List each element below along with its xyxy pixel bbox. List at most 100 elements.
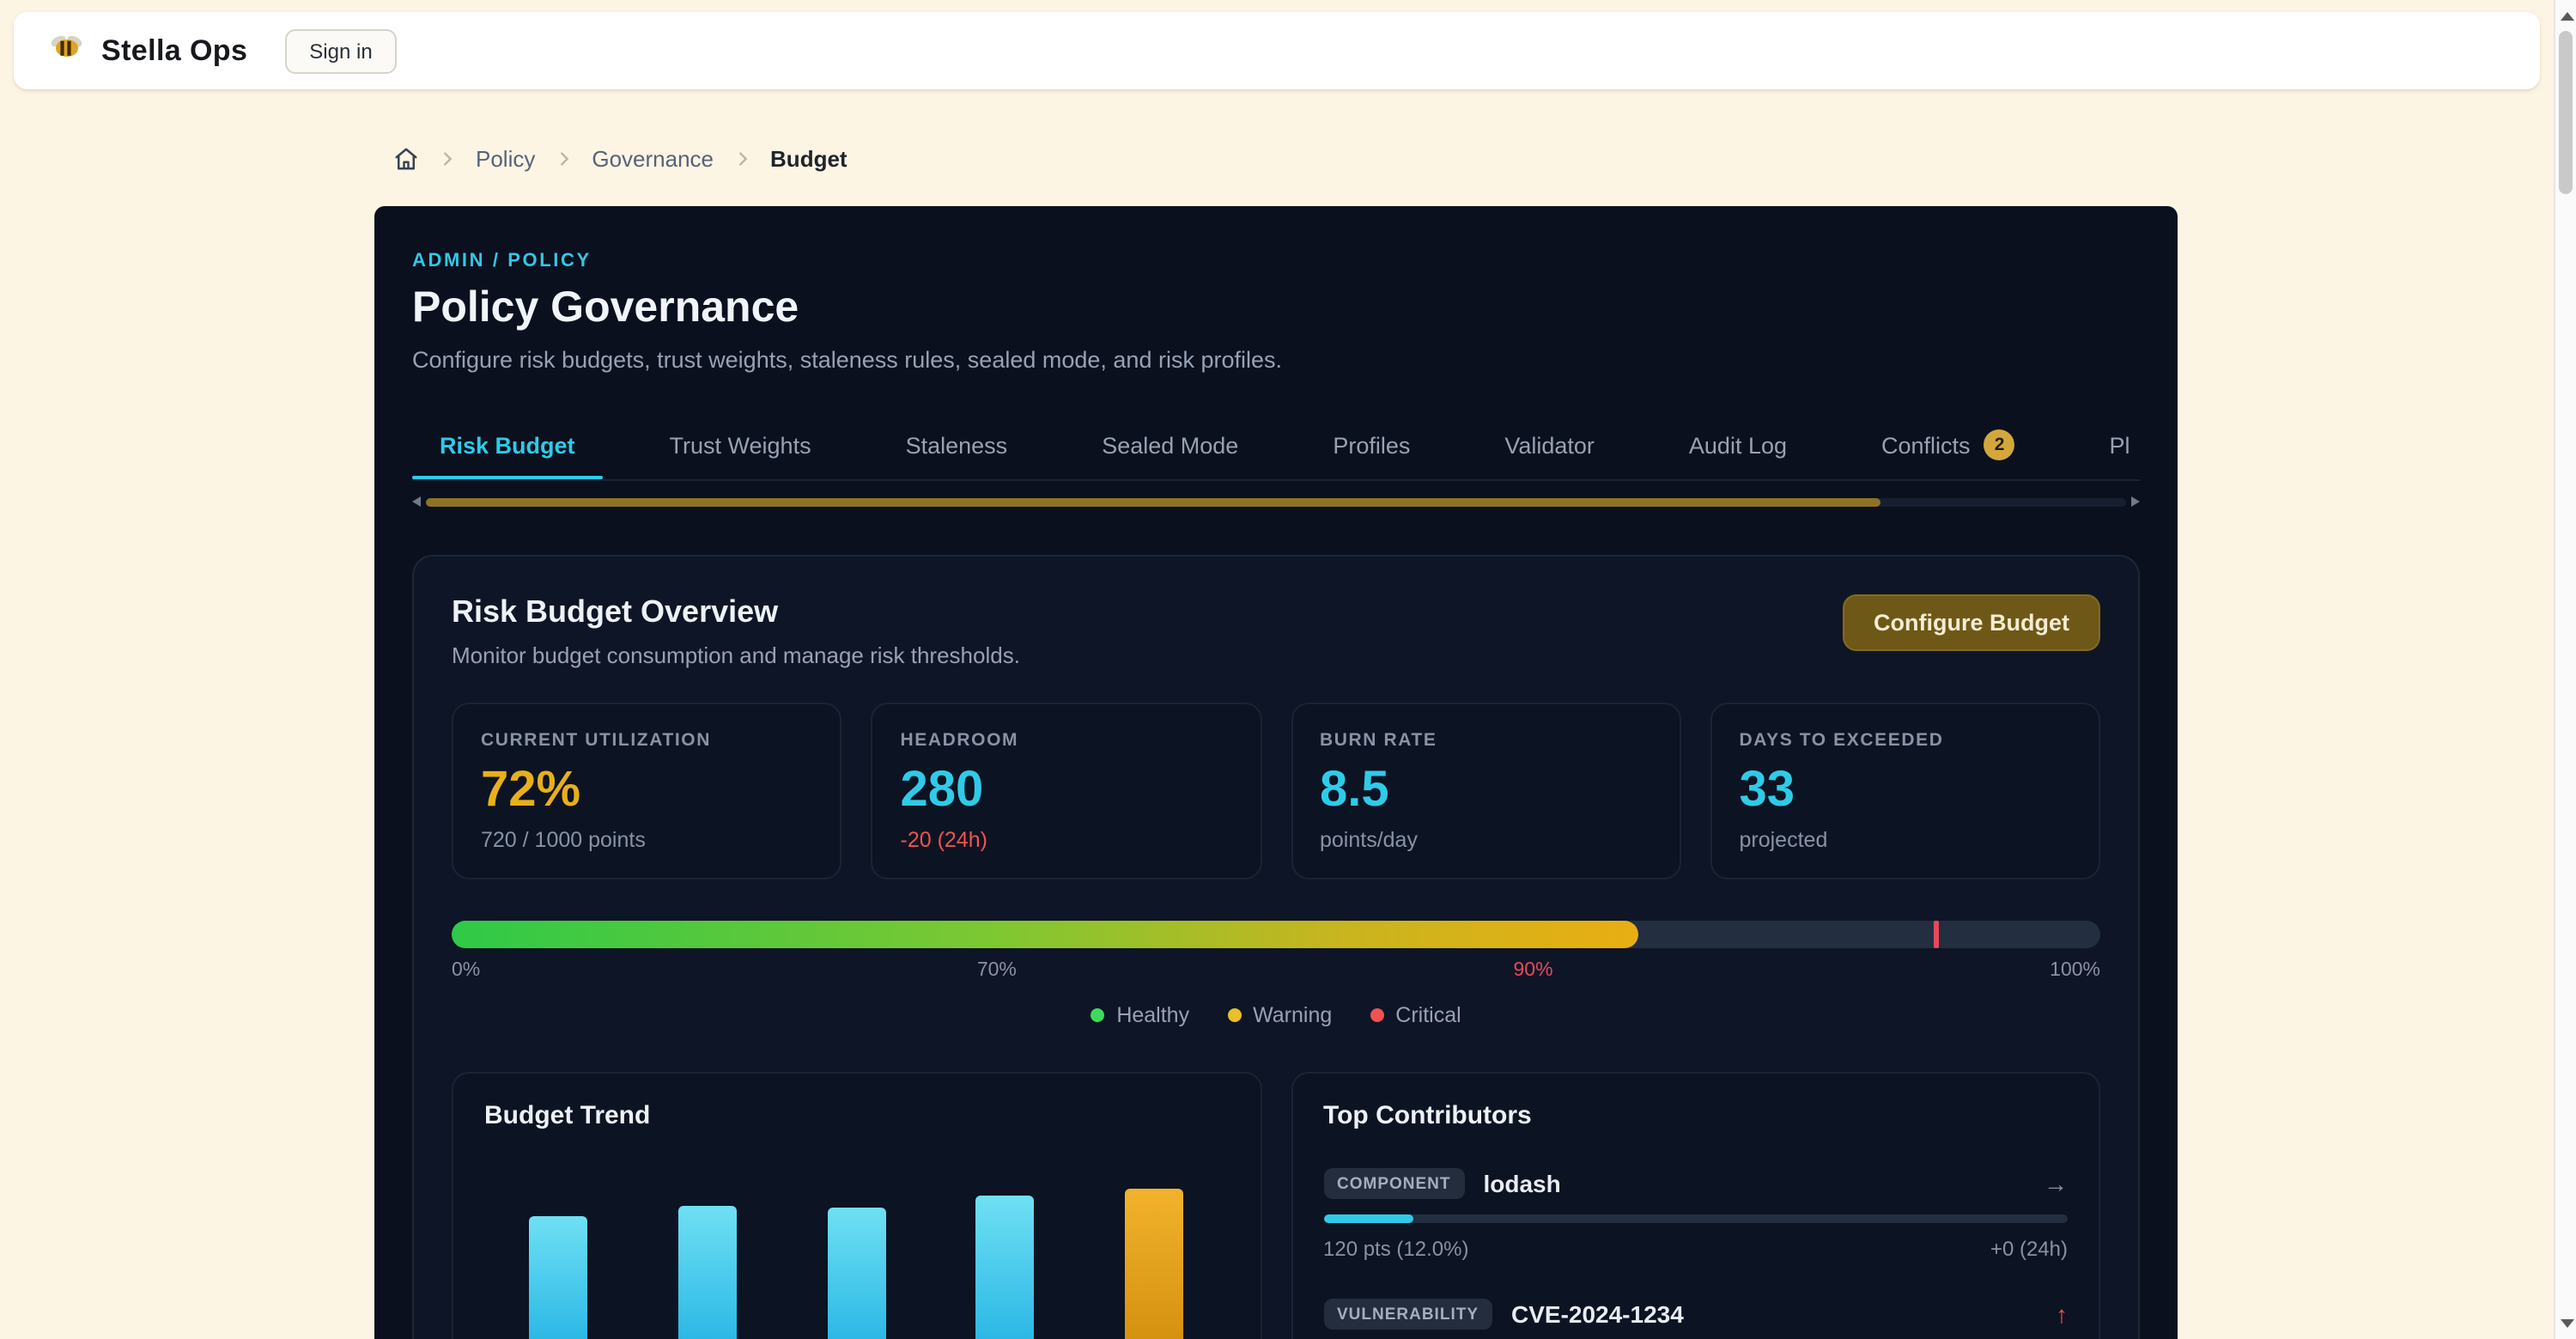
bee-logo-icon bbox=[48, 29, 86, 72]
home-icon[interactable] bbox=[393, 146, 419, 172]
type-badge: VULNERABILITY bbox=[1323, 1299, 1492, 1330]
scroll-down-button[interactable] bbox=[2555, 1312, 2576, 1336]
budget-trend-card: Budget Trend 12/1 12/8 12/15 12/22 12/29 bbox=[452, 1072, 1261, 1339]
top-navbar: Stella Ops Sign in bbox=[14, 12, 2540, 89]
tab-label: Pl bbox=[2110, 432, 2130, 458]
contributor-bar-fill bbox=[1323, 1214, 1413, 1223]
arrow-up-icon[interactable]: ↑ bbox=[2056, 1300, 2068, 1328]
top-contributors-title: Top Contributors bbox=[1323, 1101, 2068, 1130]
breadcrumb-governance[interactable]: Governance bbox=[592, 146, 714, 172]
tab-label: Staleness bbox=[906, 432, 1008, 458]
chevron-right-icon bbox=[732, 149, 751, 168]
legend-label: Healthy bbox=[1116, 1003, 1189, 1027]
card-subtitle: Monitor budget consumption and manage ri… bbox=[452, 642, 1020, 668]
breadcrumb-budget: Budget bbox=[770, 146, 848, 172]
contributor-delta: +0 (24h) bbox=[1990, 1237, 2068, 1261]
utilization-bar bbox=[452, 921, 2100, 948]
chevron-right-icon bbox=[554, 149, 573, 168]
tab-label: Sealed Mode bbox=[1102, 432, 1238, 458]
healthy-dot-icon bbox=[1091, 1008, 1104, 1022]
tab-label: Audit Log bbox=[1689, 432, 1787, 458]
conflicts-count-badge: 2 bbox=[1984, 429, 2015, 460]
contributor-points: 120 pts (12.0%) bbox=[1323, 1237, 1468, 1261]
stat-value: 280 bbox=[901, 763, 1233, 819]
page-scrollbar-thumb[interactable] bbox=[2559, 31, 2573, 194]
tab-label: Validator bbox=[1504, 432, 1595, 458]
stat-burn-rate: BURN RATE 8.5 points/day bbox=[1291, 703, 1681, 879]
stat-current-utilization: CURRENT UTILIZATION 72% 720 / 1000 point… bbox=[452, 703, 842, 879]
scroll-left-icon[interactable] bbox=[412, 496, 421, 507]
scale-90: 90% bbox=[1514, 960, 1553, 981]
legend-healthy: Healthy bbox=[1091, 1003, 1189, 1027]
contributor-bar bbox=[1323, 1214, 2068, 1223]
tab-audit-log[interactable]: Audit Log bbox=[1662, 414, 1814, 479]
tab-profiles[interactable]: Profiles bbox=[1305, 414, 1437, 479]
tab-label: Trust Weights bbox=[670, 432, 811, 458]
utilization-scale: 0% 70% 90% 100% bbox=[452, 960, 2100, 981]
page-scrollbar[interactable] bbox=[2554, 0, 2576, 1339]
stat-label: CURRENT UTILIZATION bbox=[481, 730, 813, 751]
tab-staleness[interactable]: Staleness bbox=[878, 414, 1036, 479]
arrow-right-icon[interactable]: → bbox=[2044, 1170, 2068, 1197]
arrow-down-icon bbox=[2560, 1319, 2573, 1328]
legend-critical: Critical bbox=[1370, 1003, 1461, 1027]
tab-validator[interactable]: Validator bbox=[1477, 414, 1622, 479]
stat-sub: -20 (24h) bbox=[901, 828, 1233, 852]
stat-value: 72% bbox=[481, 763, 813, 819]
status-legend: Healthy Warning Critical bbox=[452, 1003, 2100, 1027]
risk-budget-overview-card: Risk Budget Overview Monitor budget cons… bbox=[412, 555, 2140, 1339]
stat-label: DAYS TO EXCEEDED bbox=[1740, 730, 2072, 751]
budget-trend-title: Budget Trend bbox=[484, 1101, 1229, 1130]
sign-in-button[interactable]: Sign in bbox=[285, 28, 396, 73]
stat-value: 33 bbox=[1740, 763, 2072, 819]
stat-sub: points/day bbox=[1320, 828, 1652, 852]
tab-label: Conflicts bbox=[1881, 432, 1971, 458]
chevron-right-icon bbox=[438, 149, 457, 168]
stat-value: 8.5 bbox=[1320, 763, 1652, 819]
type-badge: COMPONENT bbox=[1323, 1168, 1465, 1199]
tabs-scrollbar-thumb[interactable] bbox=[426, 497, 1881, 506]
stats-grid: CURRENT UTILIZATION 72% 720 / 1000 point… bbox=[452, 703, 2100, 879]
card-title: Risk Budget Overview bbox=[452, 594, 1020, 630]
tab-bar: Risk Budget Trust Weights Staleness Seal… bbox=[412, 414, 2140, 481]
legend-label: Warning bbox=[1253, 1003, 1332, 1027]
scroll-up-button[interactable] bbox=[2555, 3, 2576, 27]
contributor-row-cve[interactable]: VULNERABILITY CVE-2024-1234 ↑ 95 pts (9.… bbox=[1323, 1299, 2068, 1339]
tab-label: Risk Budget bbox=[440, 432, 575, 458]
brand[interactable]: Stella Ops bbox=[48, 29, 247, 72]
critical-marker bbox=[1933, 921, 1938, 948]
stat-sub: 720 / 1000 points bbox=[481, 828, 813, 852]
tab-sealed-mode[interactable]: Sealed Mode bbox=[1074, 414, 1266, 479]
tabs-scrollbar-track[interactable] bbox=[426, 497, 2126, 506]
brand-name: Stella Ops bbox=[101, 33, 247, 68]
tab-risk-budget[interactable]: Risk Budget bbox=[412, 414, 603, 479]
trend-bar bbox=[828, 1207, 886, 1339]
configure-budget-button[interactable]: Configure Budget bbox=[1843, 594, 2100, 651]
utilization-section: 0% 70% 90% 100% Healthy Warning Critical bbox=[452, 921, 2100, 1027]
tab-label: Profiles bbox=[1333, 432, 1410, 458]
tabs-scrollbar[interactable] bbox=[412, 495, 2140, 508]
trend-bar-warning bbox=[1125, 1189, 1183, 1339]
contributor-row-lodash[interactable]: COMPONENT lodash → 120 pts (12.0%) +0 (2… bbox=[1323, 1168, 2068, 1261]
scroll-right-icon[interactable] bbox=[2131, 496, 2140, 507]
tab-conflicts[interactable]: Conflicts 2 bbox=[1854, 414, 2043, 479]
policy-governance-panel: ADMIN / POLICY Policy Governance Configu… bbox=[374, 206, 2178, 1339]
breadcrumb-policy[interactable]: Policy bbox=[476, 146, 535, 172]
page-subtitle: Configure risk budgets, trust weights, s… bbox=[412, 347, 2140, 373]
contributor-name: CVE-2024-1234 bbox=[1511, 1300, 1684, 1328]
tab-trust-weights[interactable]: Trust Weights bbox=[642, 414, 839, 479]
trend-bar bbox=[678, 1205, 737, 1339]
stat-days-to-exceeded: DAYS TO EXCEEDED 33 projected bbox=[1710, 703, 2101, 879]
page-title: Policy Governance bbox=[412, 283, 2140, 333]
scale-100: 100% bbox=[2050, 960, 2100, 981]
utilization-fill bbox=[452, 921, 1638, 948]
scale-0: 0% bbox=[452, 960, 480, 981]
stat-headroom: HEADROOM 280 -20 (24h) bbox=[872, 703, 1262, 879]
breadcrumb: Policy Governance Budget bbox=[393, 146, 848, 172]
trend-bar bbox=[976, 1196, 1035, 1339]
contributor-name: lodash bbox=[1484, 1170, 1561, 1197]
page: Stella Ops Sign in Policy Governance Bud… bbox=[0, 0, 2576, 1339]
tab-plugins-clipped[interactable]: Pl bbox=[2082, 414, 2140, 479]
scale-70: 70% bbox=[977, 960, 1017, 981]
top-contributors-card: Top Contributors COMPONENT lodash → 120 … bbox=[1291, 1072, 2100, 1339]
